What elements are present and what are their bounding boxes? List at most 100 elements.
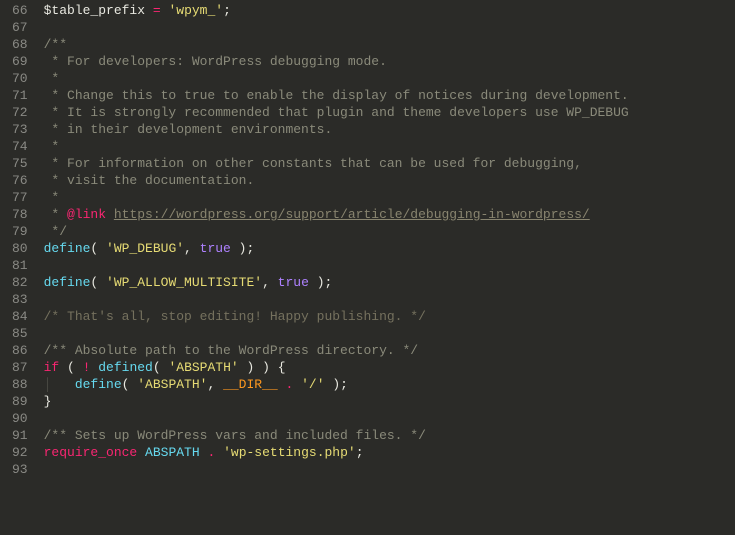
code-line[interactable]: * Change this to true to enable the disp… xyxy=(44,87,735,104)
token: if xyxy=(44,360,60,375)
token: ); xyxy=(231,241,254,256)
code-line[interactable]: * @link https://wordpress.org/support/ar… xyxy=(44,206,735,223)
token xyxy=(215,445,223,460)
token: 'wpym_' xyxy=(168,3,223,18)
code-line[interactable] xyxy=(44,257,735,274)
line-number: 66 xyxy=(12,2,28,19)
line-number: 70 xyxy=(12,70,28,87)
code-line[interactable]: $table_prefix = 'wpym_'; xyxy=(44,2,735,19)
code-area[interactable]: $table_prefix = 'wpym_'; /** * For devel… xyxy=(38,2,735,535)
line-number: 92 xyxy=(12,444,28,461)
token: define xyxy=(44,275,91,290)
token: ( xyxy=(90,241,106,256)
token xyxy=(278,377,286,392)
token xyxy=(145,3,153,18)
code-line[interactable]: * xyxy=(44,70,735,87)
token: /** xyxy=(44,37,67,52)
token: 'ABSPATH' xyxy=(137,377,207,392)
token: /** Sets up WordPress vars and included … xyxy=(44,428,426,443)
token: true xyxy=(278,275,309,290)
code-line[interactable]: require_once ABSPATH . 'wp-settings.php'… xyxy=(44,444,735,461)
token: ) ) { xyxy=(239,360,286,375)
token: /* That's all, stop editing! Happy publi… xyxy=(44,309,426,324)
line-number: 86 xyxy=(12,342,28,359)
code-line[interactable]: } xyxy=(44,393,735,410)
token: * visit the documentation. xyxy=(44,173,255,188)
token: * Change this to true to enable the disp… xyxy=(44,88,629,103)
token: * xyxy=(44,207,67,222)
code-line[interactable]: /** Sets up WordPress vars and included … xyxy=(44,427,735,444)
token: ( xyxy=(59,360,82,375)
line-number: 68 xyxy=(12,36,28,53)
code-line[interactable]: * visit the documentation. xyxy=(44,172,735,189)
line-number: 78 xyxy=(12,206,28,223)
token: require_once xyxy=(44,445,138,460)
token: ); xyxy=(309,275,332,290)
code-line[interactable]: * in their development environments. xyxy=(44,121,735,138)
token: ( xyxy=(153,360,169,375)
token: , xyxy=(184,241,200,256)
code-line[interactable]: /** xyxy=(44,36,735,53)
line-number: 90 xyxy=(12,410,28,427)
code-line[interactable] xyxy=(44,461,735,478)
token: https://wordpress.org/support/article/de… xyxy=(114,207,590,222)
line-number: 82 xyxy=(12,274,28,291)
line-number: 81 xyxy=(12,257,28,274)
token: } xyxy=(44,394,52,409)
line-number: 79 xyxy=(12,223,28,240)
token: define xyxy=(75,377,122,392)
token: 'WP_ALLOW_MULTISITE' xyxy=(106,275,262,290)
token: * xyxy=(44,71,60,86)
code-editor[interactable]: 6667686970717273747576777879808182838485… xyxy=(0,0,735,535)
token: $table_prefix xyxy=(44,3,145,18)
line-number: 74 xyxy=(12,138,28,155)
code-line[interactable]: define( 'WP_ALLOW_MULTISITE', true ); xyxy=(44,274,735,291)
line-number: 88 xyxy=(12,376,28,393)
code-line[interactable] xyxy=(44,325,735,342)
token: 'ABSPATH' xyxy=(168,360,238,375)
code-line[interactable] xyxy=(44,410,735,427)
token: true xyxy=(200,241,231,256)
code-line[interactable] xyxy=(44,291,735,308)
line-number: 93 xyxy=(12,461,28,478)
line-number: 75 xyxy=(12,155,28,172)
line-number: 72 xyxy=(12,104,28,121)
token: 'wp-settings.php' xyxy=(223,445,356,460)
token: * xyxy=(44,139,60,154)
line-number: 67 xyxy=(12,19,28,36)
code-line[interactable]: define( 'WP_DEBUG', true ); xyxy=(44,240,735,257)
line-number: 87 xyxy=(12,359,28,376)
token: ; xyxy=(356,445,364,460)
line-number: 71 xyxy=(12,87,28,104)
code-line[interactable]: * For information on other constants tha… xyxy=(44,155,735,172)
code-line[interactable]: /** Absolute path to the WordPress direc… xyxy=(44,342,735,359)
line-number: 91 xyxy=(12,427,28,444)
token: * xyxy=(44,190,60,205)
token: * For developers: WordPress debugging mo… xyxy=(44,54,387,69)
code-line[interactable] xyxy=(44,19,735,36)
token: ABSPATH xyxy=(145,445,200,460)
line-number: 73 xyxy=(12,121,28,138)
line-number: 84 xyxy=(12,308,28,325)
token: @link xyxy=(67,207,106,222)
token xyxy=(137,445,145,460)
token: , xyxy=(262,275,278,290)
token: define xyxy=(44,241,91,256)
token: │ xyxy=(44,377,75,392)
code-line[interactable]: * It is strongly recommended that plugin… xyxy=(44,104,735,121)
code-line[interactable]: * xyxy=(44,138,735,155)
line-number: 85 xyxy=(12,325,28,342)
token: * in their development environments. xyxy=(44,122,333,137)
code-line[interactable]: if ( ! defined( 'ABSPATH' ) ) { xyxy=(44,359,735,376)
token xyxy=(293,377,301,392)
code-line[interactable]: * For developers: WordPress debugging mo… xyxy=(44,53,735,70)
token: , xyxy=(207,377,223,392)
code-line[interactable]: │ define( 'ABSPATH', __DIR__ . '/' ); xyxy=(44,376,735,393)
token: ); xyxy=(325,377,348,392)
code-line[interactable]: /* That's all, stop editing! Happy publi… xyxy=(44,308,735,325)
code-line[interactable]: */ xyxy=(44,223,735,240)
token: = xyxy=(153,3,161,18)
code-line[interactable]: * xyxy=(44,189,735,206)
line-number: 89 xyxy=(12,393,28,410)
token: ( xyxy=(122,377,138,392)
